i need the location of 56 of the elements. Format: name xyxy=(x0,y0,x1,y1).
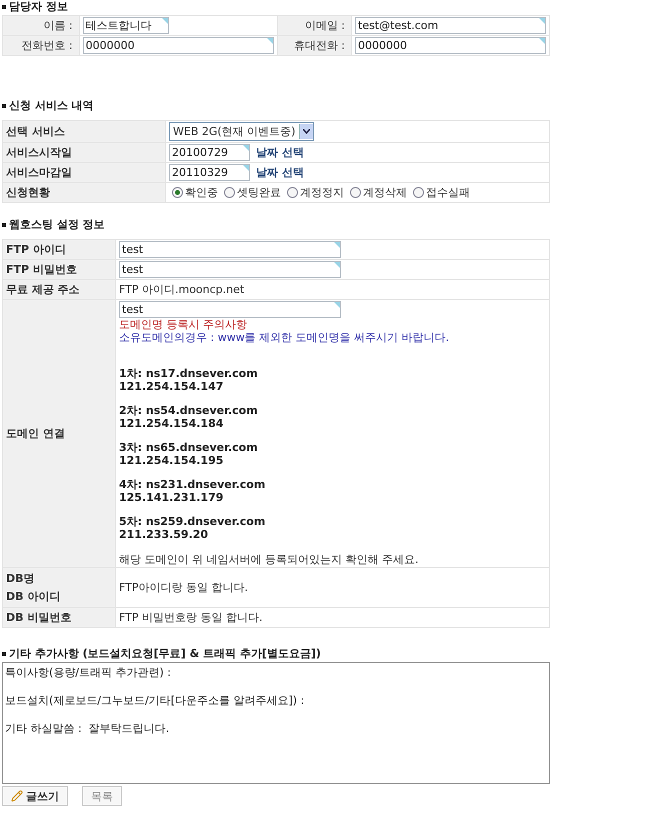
db-info-text: FTP아이디랑 동일 합니다. xyxy=(119,581,248,594)
service-dropdown[interactable]: WEB 2G(현재 이벤트중) xyxy=(169,122,314,141)
text-field[interactable]: 0000000 xyxy=(355,37,546,54)
field-label: 선택 서비스 xyxy=(2,120,166,142)
write-button[interactable]: 글쓰기 xyxy=(2,786,68,806)
field-label: 이름 : xyxy=(2,16,80,36)
text-field[interactable]: test xyxy=(119,261,341,278)
field-label: 서비스마감일 xyxy=(2,162,166,182)
confirm-text: 해당 도메인이 위 네임서버에 등록되어있는지 확인해 주세요. xyxy=(119,553,418,566)
date-field[interactable]: 20100729 xyxy=(169,144,250,161)
text-field[interactable]: test xyxy=(119,241,341,258)
section-title: 기타 추가사항 (보드설치요청[무료] & 트래픽 추가[별도요금]) xyxy=(9,648,321,660)
field-label: 서비스시작일 xyxy=(2,142,166,162)
field-label: 도메인 연결 xyxy=(2,300,116,568)
field-label: 무료 제공 주소 xyxy=(2,280,116,300)
status-radio[interactable]: 셋팅완료 xyxy=(224,185,281,200)
text-field[interactable]: 0000000 xyxy=(82,37,274,54)
status-radio[interactable]: 확인중 xyxy=(172,185,218,200)
text-field[interactable]: 테스트합니다 xyxy=(82,17,169,34)
text-field[interactable]: test@test.com xyxy=(355,17,546,34)
caret-icon xyxy=(299,124,314,139)
notice-text: 소유도메인의경우 : www를 제외한 도메인명을 써주시기 바랍니다. xyxy=(119,331,450,344)
status-radio[interactable]: 접수실패 xyxy=(413,185,470,200)
field-label: 휴대전화 : xyxy=(277,36,352,56)
ip-address-text: 121.254.154.195 xyxy=(119,454,224,467)
db-info-text: FTP 비밀번호랑 동일 합니다. xyxy=(119,611,262,624)
nameserver-text: 5차: ns259.dnsever.com xyxy=(119,515,266,528)
status-radio[interactable]: 계정삭제 xyxy=(350,185,407,200)
field-label: FTP 아이디 xyxy=(2,240,116,260)
status-radio[interactable]: 계정정지 xyxy=(287,185,344,200)
field-label: 신청현황 xyxy=(2,182,166,202)
nameserver-text: 4차: ns231.dnsever.com xyxy=(119,478,266,491)
nameserver-text: 2차: ns54.dnsever.com xyxy=(119,404,258,417)
address-text: FTP 아이디.mooncp.net xyxy=(119,283,244,296)
ip-address-text: 121.254.154.184 xyxy=(119,417,224,430)
nameserver-text: 3차: ns65.dnsever.com xyxy=(119,441,258,454)
field-label: 전화번호 : xyxy=(2,36,80,56)
date-field[interactable]: 20110329 xyxy=(169,164,250,181)
ip-address-text: 211.233.59.20 xyxy=(119,528,208,541)
section-title: 담당자 정보 xyxy=(9,1,68,13)
nameserver-text: 1차: ns17.dnsever.com xyxy=(119,367,258,380)
ip-address-text: 125.141.231.179 xyxy=(119,491,224,504)
field-label: DB 아이디 xyxy=(6,590,62,603)
field-label: DB 비밀번호 xyxy=(2,608,116,628)
field-label: 이메일 : xyxy=(277,16,352,36)
field-label: DB명 xyxy=(6,572,36,585)
date-picker-link[interactable]: 날짜 선택 xyxy=(256,166,304,179)
memo-field[interactable]: 특이사항(용량/트래픽 추가관련) : 보드설치(제로보드/그누보드/기타[다운주소를 알려주세요]) : 기타 하실말씀 : 잘부탁드립니다. xyxy=(2,662,550,784)
date-picker-link[interactable]: 날짜 선택 xyxy=(256,146,304,159)
section-title: 신청 서비스 내역 xyxy=(9,100,94,112)
section-title: 웹호스팅 설정 정보 xyxy=(9,219,105,231)
pencil-icon xyxy=(11,790,23,802)
domain-field[interactable]: test xyxy=(119,301,341,318)
ip-address-text: 121.254.154.147 xyxy=(119,380,224,393)
field-label: FTP 비밀번호 xyxy=(2,260,116,280)
notice-title: 도메인명 등록시 주의사항 xyxy=(119,318,247,331)
